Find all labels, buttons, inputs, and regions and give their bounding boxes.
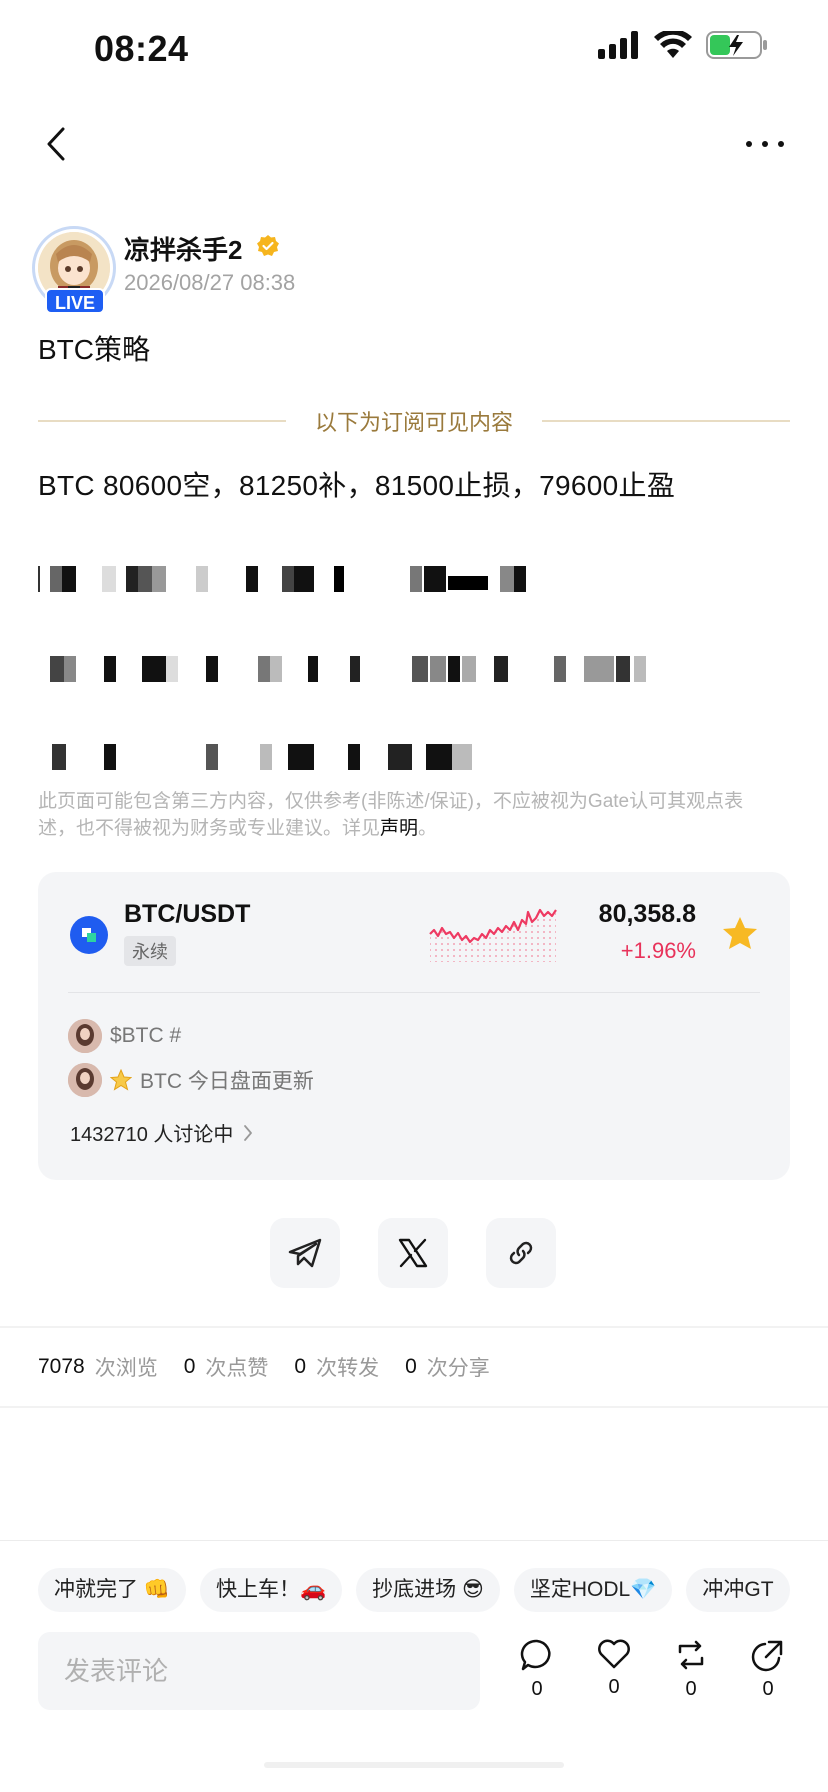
share-action[interactable]: 0 xyxy=(746,1638,790,1701)
like-count: 0 xyxy=(608,1676,620,1698)
price-sparkline xyxy=(429,908,557,962)
x-icon xyxy=(398,1238,428,1268)
copy-link-button[interactable] xyxy=(486,1218,556,1288)
topic-text: $BTC # xyxy=(110,1024,182,1047)
back-button[interactable] xyxy=(36,122,76,166)
quick-reply-chip[interactable]: 冲就完了 👊 xyxy=(38,1568,186,1612)
share-x-button[interactable] xyxy=(378,1218,448,1288)
star-emoji-icon xyxy=(110,1069,132,1091)
repost-action[interactable]: 0 xyxy=(669,1638,713,1701)
comment-box xyxy=(38,1632,480,1710)
subscription-divider: 以下为订阅可见内容 xyxy=(38,405,790,437)
more-icon xyxy=(746,141,784,147)
market-card[interactable]: BTC/USDT 永续 80,358.8 +1.96% $BTC # BTC 今… xyxy=(38,872,790,1180)
comment-input[interactable] xyxy=(38,1632,480,1710)
topic-text: BTC 今日盘面更新 xyxy=(140,1070,314,1093)
repost-icon xyxy=(678,1640,704,1670)
author-name[interactable]: 凉拌杀手2 xyxy=(124,230,242,267)
disclaimer: 此页面可能包含第三方内容，仅供参考(非陈述/保证)，不应被视为Gate认可其观点… xyxy=(38,791,744,839)
topic-avatar xyxy=(68,1063,102,1097)
like-action[interactable]: 0 xyxy=(592,1638,636,1699)
reposts-count: 0 xyxy=(294,1355,307,1378)
repost-count: 0 xyxy=(685,1678,697,1700)
chevron-left-icon xyxy=(47,127,65,161)
more-button[interactable] xyxy=(740,122,790,166)
post-time: 2026/08/27 08:38 xyxy=(124,270,296,295)
status-bar: 08:24 xyxy=(0,0,828,100)
topic-avatar xyxy=(68,1019,102,1053)
favorite-star-icon[interactable] xyxy=(722,916,758,950)
quick-reply-chip[interactable]: 抄底进场 😎 xyxy=(356,1568,500,1612)
nav-bar xyxy=(0,110,828,180)
quick-reply-chips: 冲就完了 👊 快上车！🚗 抄底进场 😎 坚定HODL💎 冲冲GT xyxy=(38,1568,828,1612)
quick-reply-chip[interactable]: 冲冲GT xyxy=(686,1568,790,1612)
discussion-count[interactable]: 1432710 人讨论中 xyxy=(70,1118,253,1147)
views-count: 7078 xyxy=(38,1355,85,1378)
comment-action[interactable]: 0 xyxy=(515,1638,559,1701)
price-change: +1.96% xyxy=(620,938,696,963)
signal-icon xyxy=(598,31,638,59)
hidden-content-line xyxy=(38,566,738,596)
chevron-right-icon xyxy=(244,1124,253,1141)
contract-tag: 永续 xyxy=(124,936,176,966)
statement-link[interactable]: 声明 xyxy=(380,818,418,839)
wifi-icon xyxy=(654,31,692,58)
price: 80,358.8 xyxy=(598,900,696,928)
author-avatar[interactable]: LIVE xyxy=(28,222,120,314)
comment-icon xyxy=(520,1639,551,1671)
telegram-icon xyxy=(288,1238,322,1268)
share-count: 0 xyxy=(762,1678,774,1700)
status-time: 08:24 xyxy=(94,28,189,69)
author-header: LIVE 凉拌杀手2 2026/08/27 08:38 xyxy=(28,222,808,314)
strategy-text: BTC 80600空，81250补，81500止损，79600止盈 xyxy=(38,470,676,501)
share-telegram-button[interactable] xyxy=(270,1218,340,1288)
status-icons xyxy=(598,30,768,60)
coin-icon xyxy=(70,916,108,954)
home-indicator xyxy=(264,1762,564,1768)
post-stats: 7078 次浏览 0 次点赞 0 次转发 0 次分享 xyxy=(38,1355,490,1380)
comment-count: 0 xyxy=(531,1678,543,1700)
topic-item[interactable]: $BTC # xyxy=(68,1018,181,1054)
live-badge: LIVE xyxy=(45,288,105,314)
share-icon xyxy=(751,1640,783,1672)
heart-icon xyxy=(598,1639,630,1669)
share-row xyxy=(0,1218,828,1290)
post-title: BTC策略 xyxy=(38,334,151,365)
likes-count: 0 xyxy=(183,1355,196,1378)
hidden-content-line xyxy=(38,744,738,774)
topic-item[interactable]: BTC 今日盘面更新 xyxy=(68,1062,314,1098)
pair-name: BTC/USDT xyxy=(124,900,251,928)
link-icon xyxy=(509,1241,533,1265)
battery-icon xyxy=(706,31,767,59)
hidden-content-line xyxy=(38,656,738,686)
quick-reply-chip[interactable]: 快上车！🚗 xyxy=(199,1568,343,1612)
shares-count: 0 xyxy=(405,1355,417,1378)
quick-reply-chip[interactable]: 坚定HODL💎 xyxy=(513,1568,673,1612)
verified-badge-icon xyxy=(257,235,279,256)
